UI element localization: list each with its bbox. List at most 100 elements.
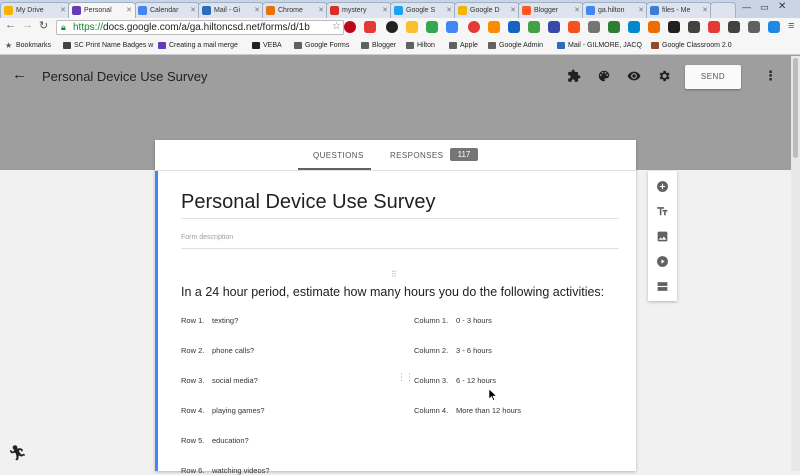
grid-column[interactable]: Column 2. 3 - 6 hours <box>414 346 492 355</box>
extension-icon[interactable] <box>528 21 540 33</box>
bookmark-item[interactable]: Google Classroom 2.0 <box>651 39 732 52</box>
tab-questions[interactable]: QUESTIONS <box>313 151 364 160</box>
close-icon[interactable]: ✕ <box>382 3 388 18</box>
close-icon[interactable]: ✕ <box>574 3 580 18</box>
tab-responses[interactable]: RESPONSES <box>390 151 443 160</box>
bookmark-icon <box>252 42 260 49</box>
browser-tab[interactable]: Blogger ✕ <box>518 2 584 18</box>
browser-tab-label: Blogger <box>534 7 559 14</box>
accessibility-icon[interactable]: 🏃︎ <box>8 444 27 462</box>
extension-icon[interactable] <box>468 21 480 33</box>
extension-icon[interactable] <box>508 21 520 33</box>
browser-tab[interactable]: Google S ✕ <box>390 2 456 18</box>
grid-column[interactable]: Column 1. 0 - 3 hours <box>414 316 492 325</box>
browser-tab[interactable]: files - Me ✕ <box>646 2 712 18</box>
browser-tab-active[interactable]: Personal ✕ <box>68 2 136 18</box>
close-icon[interactable]: ✕ <box>60 3 66 18</box>
extension-icon[interactable] <box>648 21 660 33</box>
extension-icon[interactable] <box>768 21 780 33</box>
extension-icon[interactable] <box>588 21 600 33</box>
extension-icon[interactable] <box>748 21 760 33</box>
reload-icon[interactable]: ↻ <box>39 19 48 32</box>
bookmark-item[interactable]: Creating a mail merge <box>158 39 238 52</box>
browser-tab[interactable]: mystery ✕ <box>326 2 392 18</box>
back-arrow-icon[interactable]: ← <box>12 66 27 83</box>
grid-row[interactable]: Row 3. social media? <box>181 376 258 385</box>
browser-tab[interactable]: Mail - Gi ✕ <box>198 2 264 18</box>
active-item-indicator <box>155 171 158 471</box>
close-icon[interactable]: ✕ <box>510 3 516 18</box>
bookmark-folder[interactable]: Hilton <box>406 39 435 52</box>
bookmark-item[interactable]: VEBA <box>252 39 282 52</box>
extension-icon[interactable] <box>608 21 620 33</box>
window-close-icon[interactable]: ✕ <box>778 1 786 12</box>
new-tab-button[interactable] <box>710 2 736 18</box>
browser-tab[interactable]: Chrome ✕ <box>262 2 328 18</box>
folder-icon <box>294 42 302 49</box>
eye-icon[interactable] <box>627 69 641 83</box>
star-icon[interactable]: ☆ <box>332 21 341 32</box>
grid-column[interactable]: Column 3. 6 - 12 hours <box>414 376 496 385</box>
grid-column[interactable]: Column 4. More than 12 hours <box>414 406 521 415</box>
palette-icon[interactable] <box>597 69 611 83</box>
pinterest-icon[interactable] <box>344 21 356 33</box>
bookmark-folder[interactable]: Google Forms <box>294 39 349 52</box>
grid-row[interactable]: Row 2. phone calls? <box>181 346 254 355</box>
drag-handle-icon[interactable]: ⠿ <box>391 270 397 279</box>
drag-handle-icon[interactable]: ⋮⋮ <box>397 373 414 382</box>
minimize-icon[interactable]: — <box>742 2 751 12</box>
close-icon[interactable]: ✕ <box>702 3 708 18</box>
close-icon[interactable]: ✕ <box>126 3 132 18</box>
gear-icon[interactable] <box>657 69 671 83</box>
scrollbar-thumb[interactable] <box>793 58 798 158</box>
form-title-input[interactable]: Personal Device Use Survey <box>181 191 436 214</box>
grid-row[interactable]: Row 1. texting? <box>181 316 238 325</box>
lock-icon: 🔒︎ <box>61 22 66 32</box>
extension-icon[interactable] <box>548 21 560 33</box>
extension-icon[interactable] <box>406 21 418 33</box>
drive-extension-icon[interactable] <box>426 21 438 33</box>
extension-icon[interactable] <box>708 21 720 33</box>
extension-icon[interactable] <box>688 21 700 33</box>
bookmark-item[interactable]: SC Print Name Badges w <box>63 39 153 52</box>
image-icon[interactable] <box>656 230 669 243</box>
bookmark-folder[interactable]: Apple <box>449 39 478 52</box>
extension-icon[interactable] <box>568 21 580 33</box>
grid-row[interactable]: Row 5. education? <box>181 436 249 445</box>
extension-icon[interactable] <box>668 21 680 33</box>
extension-icon[interactable] <box>488 21 500 33</box>
section-icon[interactable] <box>656 280 669 293</box>
question-title[interactable]: In a 24 hour period, estimate how many h… <box>181 285 604 299</box>
extension-icon[interactable] <box>386 21 398 33</box>
chrome-menu-icon[interactable]: ≡ <box>788 20 794 32</box>
close-icon[interactable]: ✕ <box>190 3 196 18</box>
extension-icon[interactable] <box>364 21 376 33</box>
maximize-icon[interactable]: ▭ <box>760 2 769 13</box>
close-icon[interactable]: ✕ <box>638 3 644 18</box>
more-vert-icon[interactable]: ⋮ <box>764 68 777 84</box>
add-question-icon[interactable] <box>656 180 669 193</box>
grid-row[interactable]: Row 4. playing games? <box>181 406 265 415</box>
extension-icon[interactable] <box>728 21 740 33</box>
browser-tab[interactable]: Calendar ✕ <box>134 2 200 18</box>
browser-tab[interactable]: Google D ✕ <box>454 2 520 18</box>
close-icon[interactable]: ✕ <box>254 3 260 18</box>
video-icon[interactable] <box>656 255 669 268</box>
back-arrow-icon[interactable]: ← <box>5 19 16 31</box>
bookmark-folder[interactable]: Blogger <box>361 39 396 52</box>
browser-tab[interactable]: My Drive ✕ <box>0 2 70 18</box>
puzzle-icon[interactable] <box>567 69 581 83</box>
title-text-icon[interactable] <box>656 205 669 218</box>
form-description-input[interactable]: Form description <box>181 234 233 241</box>
close-icon[interactable]: ✕ <box>318 3 324 18</box>
extension-icon[interactable] <box>628 21 640 33</box>
bookmark-folder[interactable]: Google Admin <box>488 39 543 52</box>
send-button[interactable]: SEND <box>685 65 741 89</box>
extension-icon[interactable] <box>446 21 458 33</box>
forward-arrow-icon[interactable]: → <box>22 19 33 31</box>
address-bar[interactable]: 🔒︎ https://docs.google.com/a/ga.hiltoncsd… <box>56 20 344 35</box>
browser-tab[interactable]: ga.hilton ✕ <box>582 2 648 18</box>
bookmark-item[interactable]: ★ Bookmarks <box>5 39 51 52</box>
close-icon[interactable]: ✕ <box>446 3 452 18</box>
bookmark-item[interactable]: Mail - GILMORE, JACQ <box>557 39 642 52</box>
